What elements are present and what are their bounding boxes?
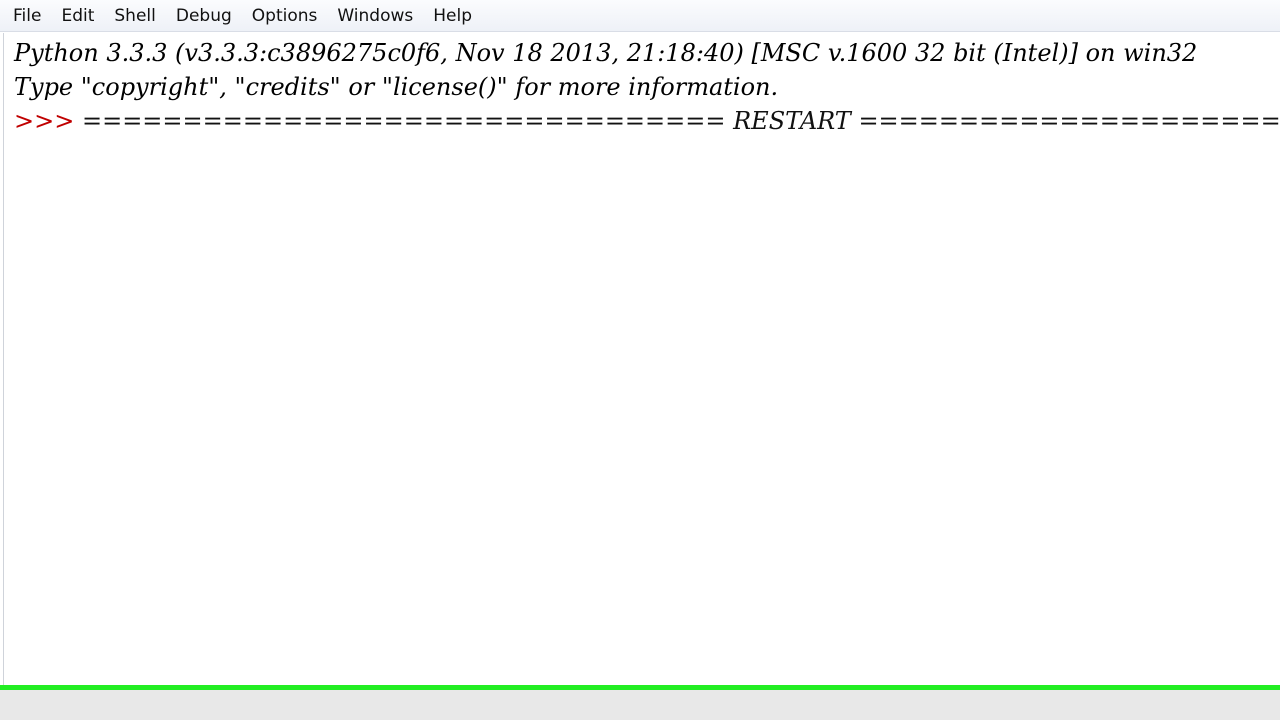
menu-help[interactable]: Help [425,1,480,31]
shell-prompt: >>> [14,107,82,135]
menu-debug[interactable]: Debug [168,1,240,31]
menu-edit[interactable]: Edit [53,1,102,31]
status-bar [0,690,1280,720]
restart-separator: ================================ RESTART… [81,107,1280,135]
info-banner: Type "copyright", "credits" or "license(… [14,73,779,101]
menu-options[interactable]: Options [244,1,326,31]
menu-shell[interactable]: Shell [106,1,163,31]
menu-file[interactable]: File [5,1,49,31]
menu-windows[interactable]: Windows [329,1,421,31]
restart-line: >>> ================================ RES… [14,104,1280,138]
python-version-banner: Python 3.3.3 (v3.3.3:c3896275c0f6, Nov 1… [14,39,1198,67]
shell-text-area[interactable]: Python 3.3.3 (v3.3.3:c3896275c0f6, Nov 1… [3,33,1280,685]
menu-bar: File Edit Shell Debug Options Windows He… [0,0,1280,32]
